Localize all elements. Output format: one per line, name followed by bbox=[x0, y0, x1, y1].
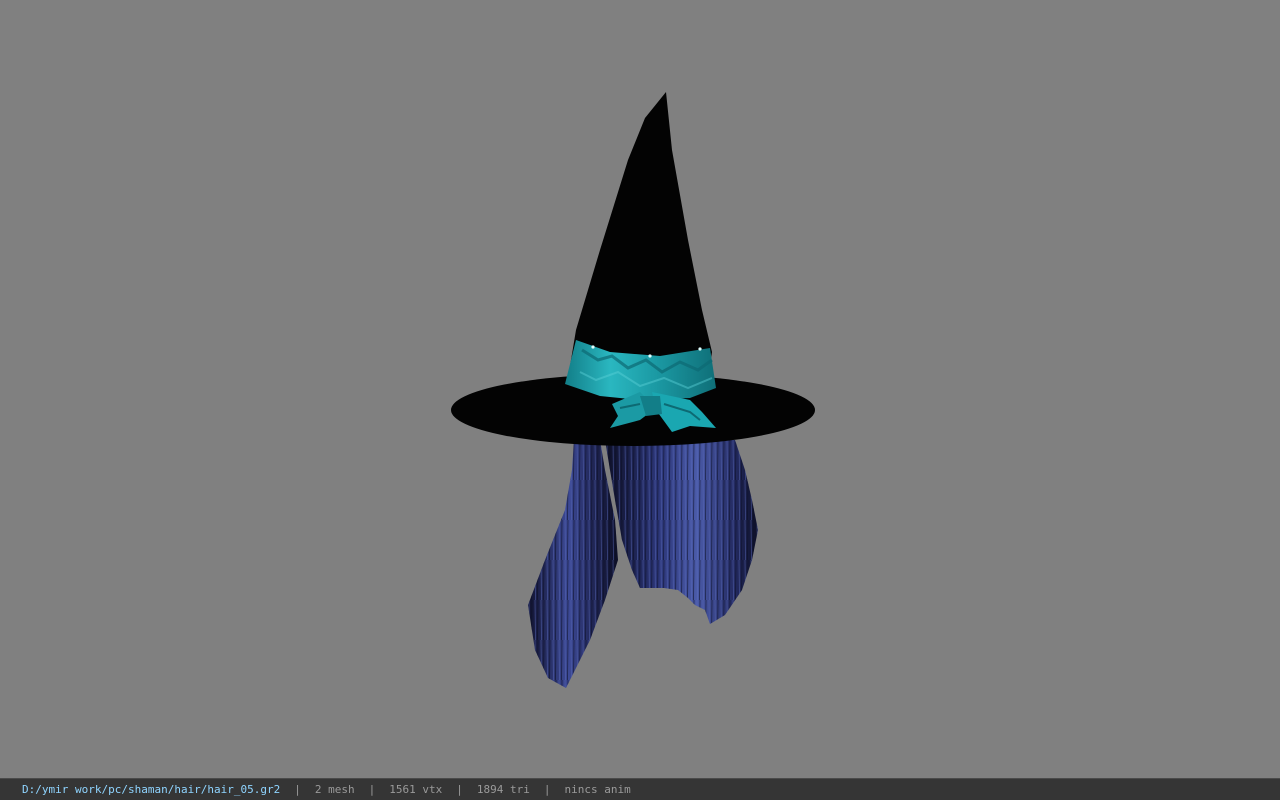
status-file-path: D:/ymir work/pc/shaman/hair/hair_05.gr2 bbox=[22, 783, 281, 796]
status-separator: | bbox=[294, 783, 301, 796]
status-separator: | bbox=[368, 783, 376, 796]
3d-viewport[interactable] bbox=[0, 0, 1280, 778]
hair-right-mass bbox=[605, 440, 758, 624]
status-triangle-count: 1894 tri bbox=[476, 783, 530, 796]
status-separator: | bbox=[543, 783, 551, 796]
model-render[interactable] bbox=[0, 0, 1280, 778]
hair-left-strand bbox=[528, 440, 618, 688]
status-mesh-count: 2 mesh bbox=[314, 783, 355, 796]
status-vertex-count: 1561 vtx bbox=[389, 783, 443, 796]
status-separator: | bbox=[456, 783, 463, 796]
status-anim: nincs anim bbox=[564, 783, 631, 796]
status-bar: D:/ymir work/pc/shaman/hair/hair_05.gr2 … bbox=[0, 778, 1280, 800]
